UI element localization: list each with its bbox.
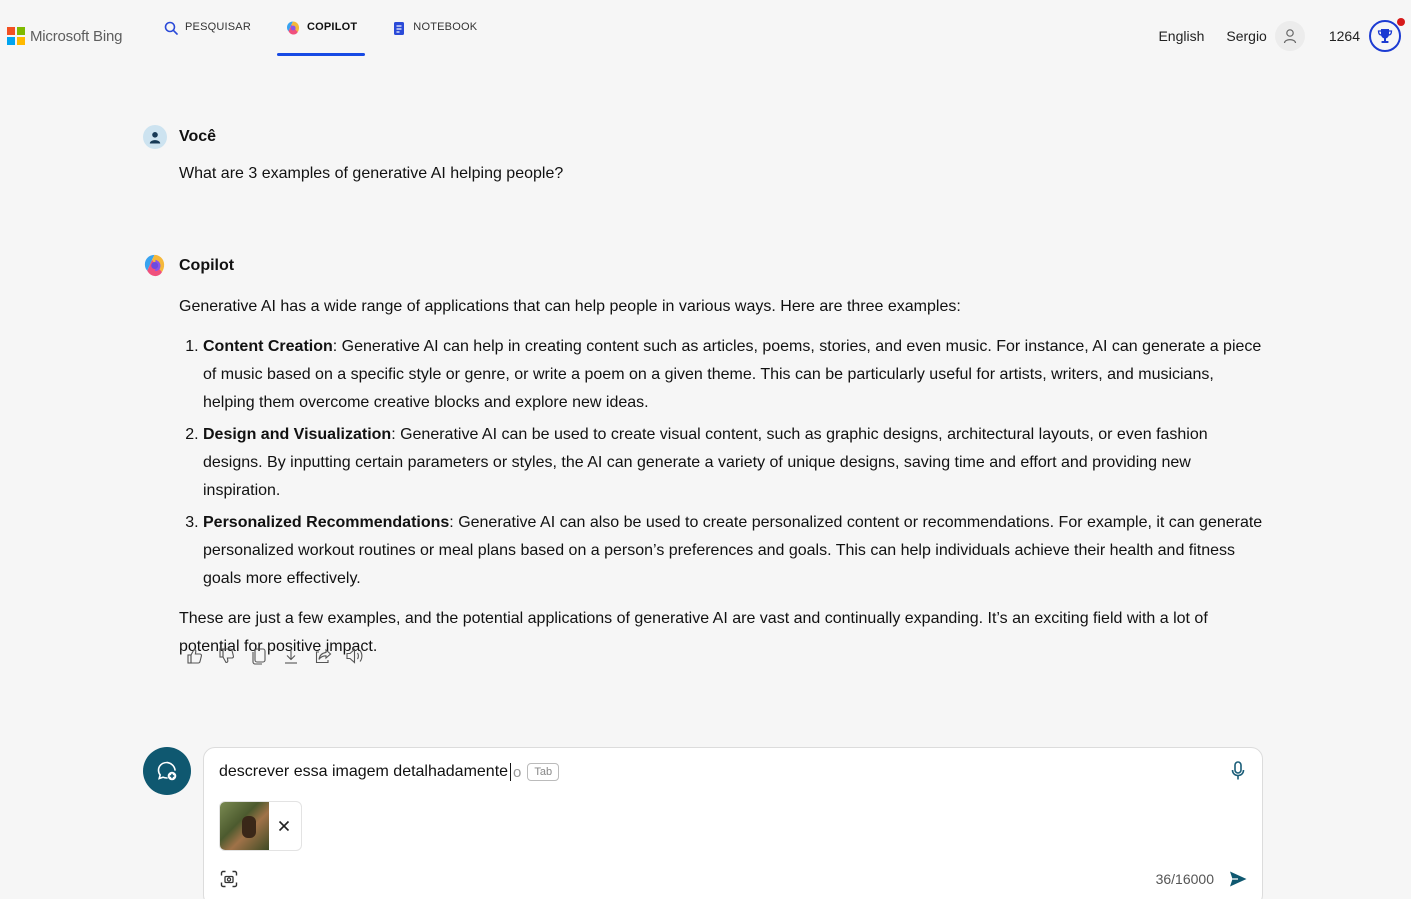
copilot-message-header: Copilot	[142, 253, 234, 278]
item-title: Design and Visualization	[203, 426, 392, 443]
user-message-text: What are 3 examples of generative AI hel…	[179, 165, 564, 182]
main-nav: PESQUISAR COPILOT NOTEBOOK	[155, 0, 503, 56]
user-label: Você	[179, 128, 217, 145]
list-item: Content Creation: Generative AI can help…	[203, 333, 1269, 417]
notebook-icon	[391, 20, 407, 36]
copilot-logo-icon	[144, 254, 165, 277]
autocomplete-suggestion: o	[513, 763, 522, 781]
item-title: Personalized Recommendations	[203, 514, 450, 531]
trophy-icon	[1377, 29, 1393, 43]
thumbs-down-icon[interactable]	[216, 645, 238, 667]
microphone-button[interactable]	[1228, 760, 1248, 782]
copilot-answer: Generative AI has a wide range of applic…	[179, 293, 1269, 661]
item-title: Content Creation	[203, 338, 333, 355]
chat-input-value: descrever essa imagem detalhadamente	[219, 763, 509, 780]
attachment-thumbnail[interactable]	[220, 802, 269, 850]
new-chat-icon	[157, 761, 177, 781]
rewards-button[interactable]	[1369, 18, 1405, 52]
brand-name: Microsoft Bing	[30, 27, 123, 45]
search-icon	[163, 20, 179, 36]
person-icon	[1283, 29, 1296, 44]
copy-icon[interactable]	[248, 645, 270, 667]
remove-attachment-button[interactable]	[269, 802, 299, 850]
send-button[interactable]	[1226, 868, 1250, 890]
chat-input[interactable]: descrever essa imagem detalhadamente o T…	[219, 763, 560, 781]
notification-dot	[1397, 18, 1405, 26]
user-message-header: Você	[143, 125, 216, 149]
top-header: Microsoft Bing PESQUISAR COPILOT NOTEBOO…	[0, 0, 1411, 70]
avatar[interactable]	[1274, 21, 1305, 51]
tab-copilot[interactable]: COPILOT	[277, 0, 366, 56]
send-icon	[1230, 871, 1247, 887]
tab-label: PESQUISAR	[185, 21, 251, 33]
share-icon[interactable]	[312, 645, 334, 667]
copilot-icon	[285, 20, 301, 36]
list-item: Personalized Recommendations: Generative…	[203, 509, 1269, 593]
close-icon	[278, 820, 290, 832]
image-attachment	[219, 801, 302, 851]
thumbs-up-icon[interactable]	[184, 645, 206, 667]
tab-pesquisar[interactable]: PESQUISAR	[155, 0, 259, 56]
tab-notebook[interactable]: NOTEBOOK	[383, 0, 485, 56]
tab-label: NOTEBOOK	[413, 21, 478, 33]
microsoft-logo-icon	[7, 27, 25, 45]
chat-composer: descrever essa imagem detalhadamente o T…	[203, 747, 1263, 899]
read-aloud-icon[interactable]	[344, 645, 366, 667]
screenshot-icon	[220, 870, 238, 888]
user-name[interactable]: Sergio	[1226, 28, 1266, 44]
item-text: : Generative AI can help in creating con…	[203, 338, 1262, 411]
char-counter: 36/16000	[1155, 871, 1214, 887]
tab-label: COPILOT	[307, 21, 358, 33]
download-icon[interactable]	[280, 645, 302, 667]
rewards-points[interactable]: 1264	[1329, 28, 1360, 44]
language-selector[interactable]: English	[1158, 28, 1204, 44]
user-avatar-icon	[143, 125, 167, 149]
microphone-icon	[1231, 761, 1245, 780]
tab-key-hint: Tab	[527, 763, 560, 781]
copilot-label: Copilot	[179, 256, 235, 274]
bing-logo[interactable]: Microsoft Bing	[7, 27, 122, 45]
answer-actions	[184, 645, 376, 667]
answer-intro: Generative AI has a wide range of applic…	[179, 298, 961, 315]
visual-search-button[interactable]	[219, 869, 239, 889]
text-caret	[510, 763, 512, 781]
new-topic-button[interactable]	[143, 747, 191, 795]
list-item: Design and Visualization: Generative AI …	[203, 421, 1269, 505]
answer-list: Content Creation: Generative AI can help…	[203, 333, 1269, 593]
header-right: English Sergio 1264	[1158, 18, 1405, 54]
